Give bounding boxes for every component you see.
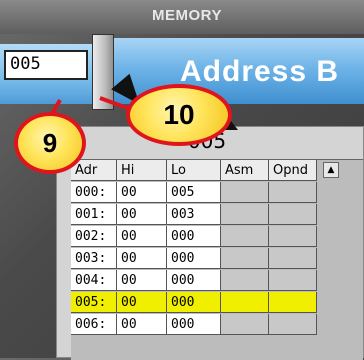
table-row[interactable]: 005: 00 000 (71, 292, 363, 314)
column-header-lo: Lo (167, 160, 221, 181)
cell-hi: 00 (117, 248, 167, 269)
memory-title: MEMORY (152, 7, 222, 24)
cell-opnd (269, 314, 317, 335)
cell-opnd (269, 292, 317, 313)
cell-adr: 004: (71, 270, 117, 291)
table-row[interactable]: 002: 00 000 (71, 226, 363, 248)
cell-opnd (269, 226, 317, 247)
column-header-adr: Adr (71, 160, 117, 181)
cell-asm (221, 248, 269, 269)
cell-hi: 00 (117, 204, 167, 225)
memory-table: Adr Hi Lo Asm Opnd ▲ 000: 00 005 001: 00 003 0… (71, 159, 363, 360)
column-header-opnd: Opnd (269, 160, 317, 181)
cell-adr: 000: (71, 182, 117, 203)
memory-header: MEMORY (0, 0, 364, 34)
cell-adr: 005: (71, 292, 117, 313)
cell-lo: 000 (167, 314, 221, 335)
cell-hi: 00 (117, 226, 167, 247)
memory-panel: 005 Adr Hi Lo Asm Opnd ▲ 000:00005001:00… (56, 126, 364, 360)
cell-asm (221, 226, 269, 247)
cell-opnd (269, 270, 317, 291)
scroll-up-icon[interactable]: ▲ (323, 162, 339, 178)
cell-hi: 00 (117, 182, 167, 203)
table-row[interactable]: 004: 00 000 (71, 270, 363, 292)
table-row[interactable]: 003: 00 000 (71, 248, 363, 270)
cell-opnd (269, 182, 317, 203)
column-header-hi: Hi (117, 160, 167, 181)
column-header-asm: Asm (221, 160, 269, 181)
cell-lo: 000 (167, 270, 221, 291)
table-row[interactable]: 001: 00 003 (71, 204, 363, 226)
table-row[interactable]: 006: 00 000 (71, 314, 363, 336)
table-header: Adr Hi Lo Asm Opnd ▲ (71, 160, 363, 182)
table-row[interactable]: 000: 00 005 (71, 182, 363, 204)
cell-asm (221, 270, 269, 291)
cell-hi: 00 (117, 314, 167, 335)
cell-lo: 003 (167, 204, 221, 225)
callout-9: 9 (14, 112, 86, 174)
cell-asm (221, 204, 269, 225)
cell-opnd (269, 248, 317, 269)
cell-opnd (269, 204, 317, 225)
cell-adr: 006: (71, 314, 117, 335)
cell-asm (221, 182, 269, 203)
cell-asm (221, 292, 269, 313)
address-bus-label: Address B (180, 55, 340, 88)
cell-asm (221, 314, 269, 335)
address-input[interactable]: 005 (4, 50, 88, 80)
cell-lo: 000 (167, 248, 221, 269)
cell-adr: 003: (71, 248, 117, 269)
cell-lo: 000 (167, 292, 221, 313)
cell-hi: 00 (117, 292, 167, 313)
cell-lo: 000 (167, 226, 221, 247)
cell-lo: 005 (167, 182, 221, 203)
callout-10: 10 (126, 84, 232, 146)
cell-adr: 002: (71, 226, 117, 247)
cell-hi: 00 (117, 270, 167, 291)
cell-adr: 001: (71, 204, 117, 225)
